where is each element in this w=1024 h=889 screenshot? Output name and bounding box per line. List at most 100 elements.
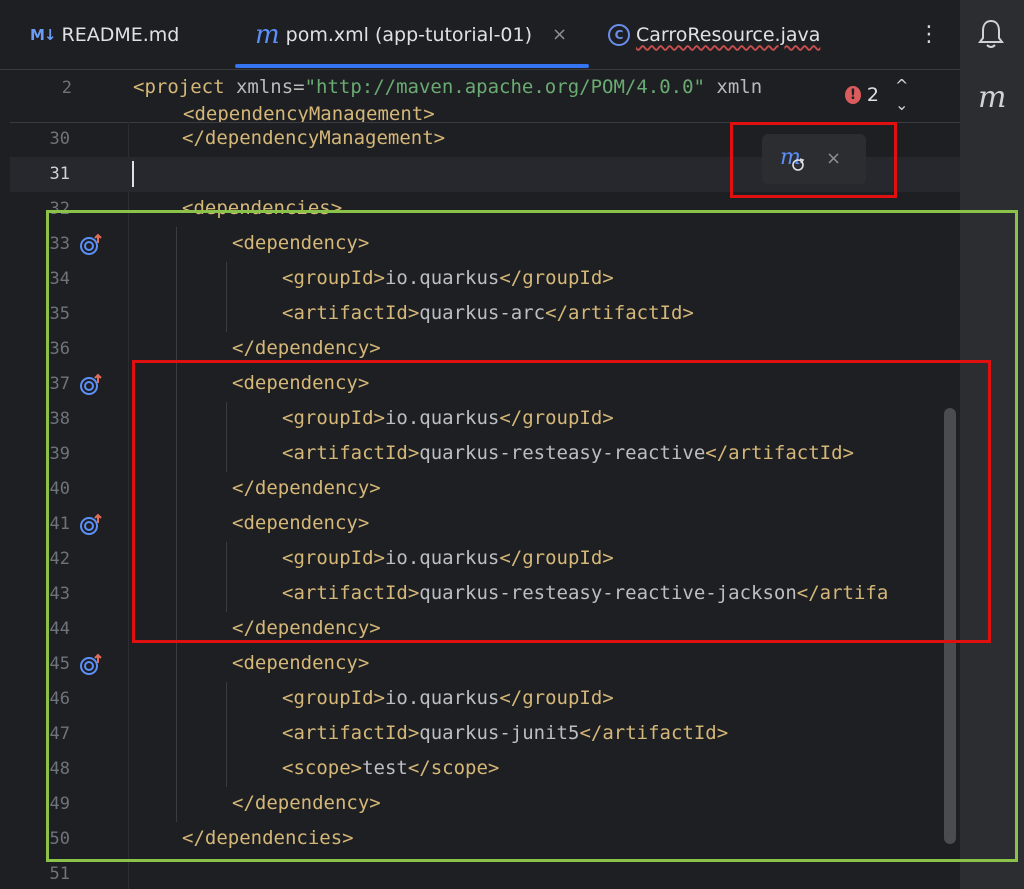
code-text: </dependencyManagement> (182, 127, 446, 149)
tab-carro-resource[interactable]: C CarroResource.java (608, 0, 820, 69)
code-line[interactable]: 36 </dependency> (10, 332, 960, 367)
code-line[interactable]: 50 </dependencies> (10, 822, 960, 857)
class-icon: C (608, 23, 630, 46)
code-line[interactable]: 35 <artifactId>quarkus-arc</artifactId> (10, 297, 960, 332)
code-line[interactable]: 38 <groupId>io.quarkus</groupId> (10, 402, 960, 437)
xml-tag: <groupId> (282, 267, 385, 289)
code-text: </dependency> (232, 617, 381, 639)
code-line[interactable]: 33 <dependency> (10, 227, 960, 262)
code-text: <artifactId>quarkus-resteasy-reactive</a… (282, 442, 854, 464)
code-line[interactable]: 44 </dependency> (10, 612, 960, 647)
code-line[interactable]: 45 <dependency> (10, 647, 960, 682)
xml-tag: </artifa (796, 582, 889, 604)
line-number: 31 (49, 164, 70, 184)
error-count: 2 (866, 84, 879, 106)
code-line[interactable]: 41 <dependency> (10, 507, 960, 542)
right-tool-strip: m (960, 0, 1024, 889)
line-number: 42 (49, 549, 70, 569)
code-text: <dependency> (232, 232, 370, 254)
code-line[interactable]: 49 </dependency> (10, 787, 960, 822)
line-number: 38 (49, 409, 70, 429)
line-number: 35 (49, 304, 70, 324)
svg-text:m: m (780, 145, 801, 170)
line-number: 51 (49, 864, 70, 884)
vertical-scrollbar-thumb[interactable] (944, 408, 956, 844)
maven-tool-window-icon[interactable]: m (978, 80, 1006, 115)
xml-tag: </artifactId> (579, 722, 729, 744)
code-text: </dependency> (232, 337, 381, 359)
code-line[interactable]: 51 (10, 857, 960, 889)
xml-tag: </artifactId> (705, 442, 854, 464)
code-text: <dependencies> (182, 197, 343, 219)
code-line[interactable]: 32 <dependencies> (10, 192, 960, 227)
dependency-update-icon[interactable] (78, 233, 104, 261)
code-text: </dependency> (232, 792, 381, 814)
code-editor[interactable]: 30 </dependencyManagement> 31 32 <dependenci… (10, 122, 960, 889)
line-number: 34 (49, 269, 70, 289)
dependency-update-icon[interactable] (78, 513, 104, 541)
close-icon[interactable]: × (826, 148, 841, 169)
xml-tag: </groupId> (499, 407, 614, 429)
code-text: <artifactId>quarkus-resteasy-reactive-ja… (282, 582, 888, 604)
notifications-bell-icon[interactable] (976, 18, 1006, 54)
close-icon[interactable]: × (552, 24, 567, 45)
xml-text: io.quarkus (384, 267, 500, 289)
xml-text: quarkus-resteasy-reactive-jackson (419, 582, 797, 604)
xml-tag: </groupId> (499, 547, 614, 569)
code-text: <dependency> (232, 372, 370, 394)
code-line[interactable]: 37 <dependency> (10, 367, 960, 402)
line-number: 33 (49, 234, 70, 254)
xml-text: test (362, 757, 408, 779)
code-line[interactable]: 42 <groupId>io.quarkus</groupId> (10, 542, 960, 577)
xml-attribute-value: "http://maven.apache.org/POM/4.0.0" (304, 76, 705, 98)
code-text: <dependency> (232, 512, 370, 534)
line-number: 46 (49, 689, 70, 709)
indent-guide (226, 682, 227, 787)
xml-tag: <project (133, 76, 225, 98)
xml-tag: <artifactId> (282, 442, 420, 464)
xml-tag: <groupId> (282, 687, 385, 709)
xml-text: quarkus-resteasy-reactive (419, 442, 706, 464)
line-number: 43 (49, 584, 70, 604)
xml-tag: <groupId> (282, 407, 385, 429)
sticky-header-line: 2 <project xmlns="http://maven.apache.or… (10, 70, 960, 123)
text-caret (132, 161, 134, 187)
code-text: <artifactId>quarkus-arc</artifactId> (282, 302, 694, 324)
tab-pom-xml[interactable]: m pom.xml (app-tutorial-01) × (255, 0, 567, 69)
problems-indicator[interactable]: ! 2 ^ ⌄ (845, 76, 960, 114)
code-line[interactable]: 47 <artifactId>quarkus-junit5</artifactId… (10, 717, 960, 752)
maven-icon: m (255, 19, 280, 50)
xml-text: io.quarkus (384, 687, 500, 709)
code-line[interactable]: 40 </dependency> (10, 472, 960, 507)
code-text: <dependency> (232, 652, 370, 674)
tab-readme[interactable]: M↓ README.md (30, 0, 179, 69)
xml-text: quarkus-arc (419, 302, 546, 324)
more-tabs-icon[interactable]: ⋮ (918, 22, 940, 47)
tab-label: pom.xml (app-tutorial-01) (285, 23, 533, 46)
line-number: 48 (49, 759, 70, 779)
dependency-update-icon[interactable] (78, 373, 104, 401)
line-number: 41 (49, 514, 70, 534)
code-text: <groupId>io.quarkus</groupId> (282, 547, 614, 569)
xml-tag: </groupId> (499, 687, 614, 709)
line-number: 37 (49, 374, 70, 394)
line-number: 39 (49, 444, 70, 464)
line-number: 47 (49, 724, 70, 744)
code-line[interactable]: 46 <groupId>io.quarkus</groupId> (10, 682, 960, 717)
xml-tag: </groupId> (499, 267, 614, 289)
xml-attribute: xmln (704, 76, 763, 98)
line-number: 49 (49, 794, 70, 814)
code-line[interactable]: 43 <artifactId>quarkus-resteasy-reactive-… (10, 577, 960, 612)
code-line[interactable]: 39 <artifactId>quarkus-resteasy-reactive<… (10, 437, 960, 472)
dependency-update-icon[interactable] (78, 653, 104, 681)
maven-reload-icon[interactable]: m (778, 144, 808, 178)
xml-tag: <artifactId> (282, 722, 420, 744)
xml-tag: <artifactId> (282, 582, 420, 604)
code-line[interactable]: 34 <groupId>io.quarkus</groupId> (10, 262, 960, 297)
code-text: <groupId>io.quarkus</groupId> (282, 407, 614, 429)
tab-label: README.md (61, 23, 180, 46)
code-line[interactable]: 48 <scope>test</scope> (10, 752, 960, 787)
navigate-problems-icons[interactable]: ^ ⌄ (895, 76, 960, 114)
line-number: 45 (49, 654, 70, 674)
code-text: <scope>test</scope> (282, 757, 499, 779)
